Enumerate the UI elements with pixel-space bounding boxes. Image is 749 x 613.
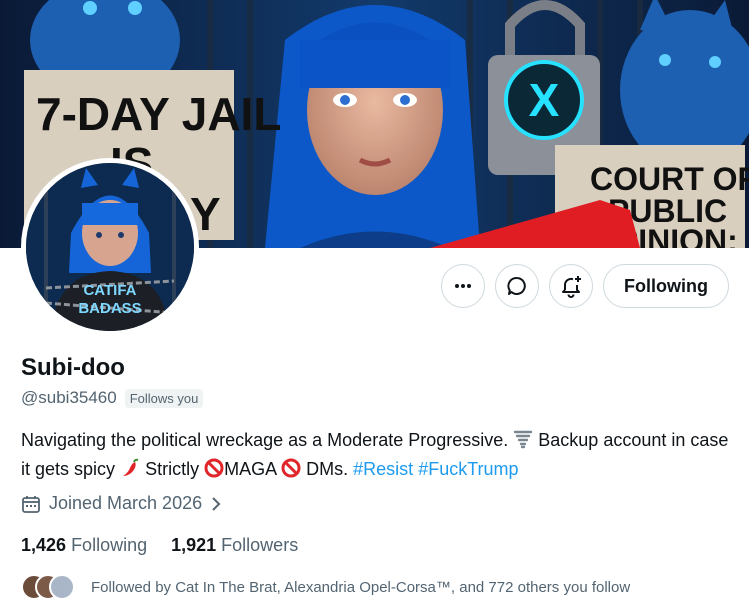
chevron-right-icon (212, 496, 221, 511)
user-handle: @subi35460 (21, 388, 117, 407)
following-button[interactable]: Following (603, 264, 729, 308)
following-count-link[interactable]: 1,426 Following (21, 535, 147, 556)
bio-text-1: Navigating the political wreckage as a M… (21, 430, 509, 450)
follow-stats: 1,426 Following 1,921 Followers (21, 535, 298, 556)
banner-lock-logo: X (529, 74, 560, 126)
followers-count-link[interactable]: 1,921 Followers (171, 535, 298, 556)
bio-text-5: DMs. (306, 459, 349, 479)
bio-text-4: MAGA (224, 459, 277, 479)
followed-by-text: Followed by Cat In The Brat, Alexandria … (91, 578, 631, 596)
more-button[interactable] (441, 264, 486, 308)
following-count: 1,426 (21, 535, 67, 555)
handle-row: @subi35460 Follows you (21, 388, 204, 408)
banner-sign-right-line1: COURT OF (590, 161, 749, 197)
joined-date[interactable]: Joined March 2026 (21, 493, 222, 514)
calendar-icon (22, 495, 40, 513)
prohibited-icon (204, 458, 224, 485)
hashtag-link-2[interactable]: #FuckTrump (418, 459, 518, 479)
follower-avatars (21, 574, 81, 600)
following-label: Following (71, 535, 148, 555)
profile-bio: Navigating the political wreckage as a M… (21, 427, 736, 485)
chili-pepper-icon (120, 458, 140, 485)
avatar-shirt-line2: BADASS (78, 300, 141, 317)
display-name: Subi-doo (21, 354, 125, 381)
tornado-icon (513, 429, 533, 456)
message-icon (507, 277, 526, 295)
message-button[interactable] (495, 264, 540, 308)
more-icon (455, 284, 472, 288)
bio-text-3: Strictly (145, 459, 200, 479)
profile-actions: Following (441, 264, 729, 308)
avatar-shirt-line1: CATIFA (83, 282, 136, 299)
bell-plus-icon (562, 276, 582, 298)
notify-button[interactable] (549, 264, 594, 308)
followers-count: 1,921 (171, 535, 217, 555)
followers-label: Followers (221, 535, 299, 555)
hashtag-link-resist[interactable]: #Resist (353, 459, 413, 479)
avatar[interactable]: CATIFA BADASS (21, 158, 199, 336)
banner-sign-left-line1: 7-DAY JAIL (36, 88, 281, 140)
follows-you-badge: Follows you (124, 388, 204, 408)
followed-by-row[interactable]: Followed by Cat In The Brat, Alexandria … (21, 574, 630, 600)
joined-text: Joined March 2026 (49, 493, 203, 513)
mini-avatar (49, 574, 75, 600)
prohibited-icon (281, 458, 301, 485)
avatar-image: CATIFA BADASS (26, 163, 194, 331)
